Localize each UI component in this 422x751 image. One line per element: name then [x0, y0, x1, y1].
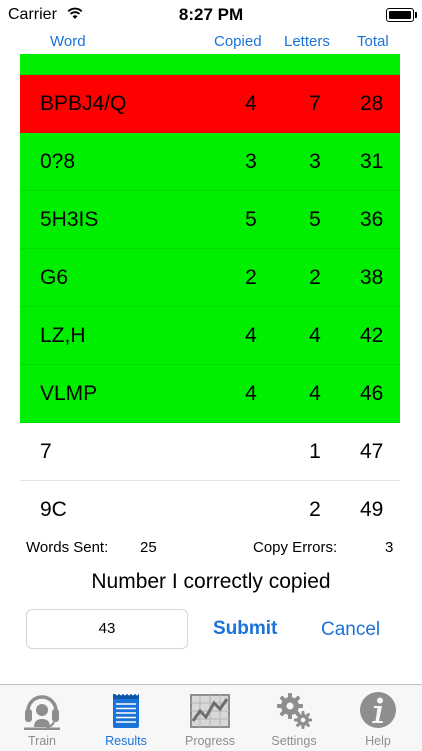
word-cell: 0?8 — [40, 150, 76, 173]
table-row[interactable]: G6 2 2 38 — [20, 249, 400, 307]
tab-label: Progress — [184, 734, 236, 748]
letters-cell: 5 — [309, 208, 321, 231]
correct-count-input[interactable]: 43 — [26, 609, 188, 649]
copied-cell: 4 — [245, 324, 257, 347]
copied-cell: 2 — [245, 266, 257, 289]
total-cell: 38 — [360, 266, 384, 289]
table-row[interactable]: BPBJ4/Q 4 7 28 — [20, 75, 400, 133]
graph-icon — [190, 694, 230, 728]
copied-cell: 4 — [245, 92, 257, 115]
tab-label: Settings — [271, 734, 317, 748]
letters-cell: 3 — [309, 150, 321, 173]
column-headers: Word Copied Letters Total — [0, 30, 422, 54]
total-cell: 36 — [360, 208, 384, 231]
header-total[interactable]: Total — [357, 33, 389, 50]
word-cell: 9C — [40, 498, 67, 521]
letters-cell: 4 — [309, 324, 321, 347]
tab-progress[interactable]: Progress — [168, 685, 252, 751]
battery-icon — [386, 8, 417, 22]
tab-settings[interactable]: Settings — [252, 685, 336, 751]
table-row[interactable]: 9C 2 49 — [20, 481, 400, 528]
tab-bar: Train Results Progress Settings Help — [0, 684, 422, 751]
total-cell: 46 — [360, 382, 384, 405]
total-cell: 28 — [360, 92, 384, 115]
word-cell: X — [40, 54, 54, 75]
copied-prompt: Number I correctly copied — [91, 570, 331, 593]
letters-cell: 2 — [306, 54, 324, 75]
word-cell: BPBJ4/Q — [40, 92, 127, 115]
notepad-icon — [113, 692, 139, 728]
tab-help[interactable]: Help — [336, 685, 420, 751]
letters-cell: 4 — [309, 382, 321, 405]
table-row[interactable]: VLMP 4 4 46 — [20, 365, 400, 423]
headset-icon — [24, 695, 60, 730]
table-row[interactable]: 0?8 3 3 31 — [20, 133, 400, 191]
letters-cell: 1 — [309, 440, 321, 463]
copied-cell: 5 — [245, 208, 257, 231]
submit-button[interactable]: Submit — [213, 618, 277, 640]
word-cell: LZ,H — [40, 324, 86, 347]
total-cell: 24 — [360, 54, 390, 75]
header-word[interactable]: Word — [50, 33, 86, 50]
table-row[interactable]: 7 1 47 — [20, 423, 400, 481]
results-summary: Words Sent: 25 Copy Errors: 3 — [0, 536, 422, 560]
tab-label: Help — [365, 734, 391, 748]
copied-cell: 3 — [245, 150, 257, 173]
word-cell: VLMP — [40, 382, 98, 405]
letters-cell: 7 — [309, 92, 321, 115]
table-row[interactable]: X 2 2 24 — [20, 54, 400, 75]
clock: 8:27 PM — [178, 5, 244, 24]
tab-results[interactable]: Results — [84, 685, 168, 751]
words-sent-label: Words Sent: — [26, 539, 109, 556]
total-cell: 47 — [360, 440, 384, 463]
copied-cell: 4 — [245, 382, 257, 405]
tab-train[interactable]: Train — [0, 685, 84, 751]
word-cell: 7 — [40, 440, 52, 463]
total-cell: 31 — [360, 150, 384, 173]
table-row[interactable]: 5H3IS 5 5 36 — [20, 191, 400, 249]
copy-errors-label: Copy Errors: — [253, 539, 338, 556]
results-table[interactable]: X 2 2 24 BPBJ4/Q 4 7 28 0?8 3 3 31 5H3IS… — [20, 54, 400, 528]
status-bar: Carrier 8:27 PM — [0, 0, 422, 30]
total-cell: 49 — [360, 498, 384, 521]
word-cell: G6 — [40, 266, 69, 289]
header-letters[interactable]: Letters — [284, 33, 330, 50]
header-copied[interactable]: Copied — [214, 33, 262, 50]
copied-cell: 2 — [242, 54, 260, 75]
letters-cell: 2 — [309, 266, 321, 289]
info-icon — [360, 692, 396, 728]
total-cell: 42 — [360, 324, 384, 347]
letters-cell: 2 — [309, 498, 321, 521]
tab-label: Results — [105, 734, 147, 748]
cancel-button[interactable]: Cancel — [321, 619, 380, 641]
words-sent-value: 25 — [140, 539, 157, 556]
tab-label: Train — [27, 734, 56, 748]
gears-icon — [277, 693, 312, 729]
word-cell: 5H3IS — [40, 208, 99, 231]
table-row[interactable]: LZ,H 4 4 42 — [20, 307, 400, 365]
copy-errors-value: 3 — [385, 539, 394, 556]
